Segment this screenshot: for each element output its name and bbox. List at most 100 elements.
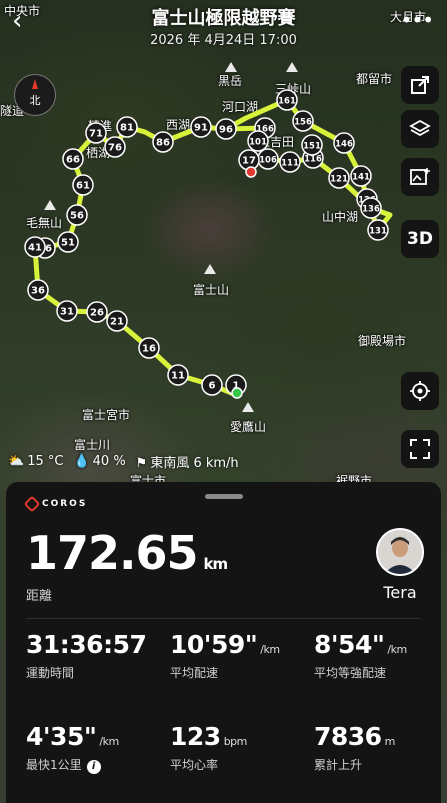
checkpoint-marker[interactable]: 61	[72, 174, 94, 196]
checkpoint-label: 36	[31, 286, 45, 297]
checkpoint-marker[interactable]: 96	[215, 118, 237, 140]
wind: ⚑ 東南風 6 km/h	[136, 452, 239, 471]
stat-value: 123	[170, 722, 221, 751]
stat-moving-time: 31:36:57 運動時間	[26, 630, 149, 681]
more-icon[interactable]: •••	[401, 8, 434, 32]
checkpoint-marker[interactable]: 66	[62, 148, 84, 170]
drag-handle[interactable]	[205, 494, 243, 499]
checkpoint-marker[interactable]: 106	[257, 148, 279, 170]
checkpoint-marker[interactable]: 81	[116, 116, 138, 138]
humidity-value: 40 %	[92, 454, 126, 469]
checkpoint-label: 66	[66, 155, 80, 166]
checkpoint-marker[interactable]: 101	[247, 130, 269, 152]
distance-label: 距離	[26, 589, 53, 604]
fullscreen-icon	[410, 439, 430, 459]
distance-number: 172.65	[26, 526, 199, 580]
checkpoint-marker[interactable]: 86	[152, 131, 174, 153]
checkpoint-label: 116	[304, 155, 322, 165]
checkpoint-marker[interactable]: 161	[276, 89, 298, 111]
compass-icon[interactable]: 北	[14, 74, 56, 116]
stat-label: 平均心率	[170, 758, 219, 772]
event-datetime: 2026 年 4月24日 17:00	[150, 33, 297, 48]
locate-button[interactable]	[401, 372, 439, 410]
checkpoint-label: 31	[60, 307, 74, 318]
stat-label: 最快1公里	[26, 758, 82, 772]
checkpoint-label: 101	[249, 138, 267, 148]
3d-toggle-button[interactable]: 3D	[401, 220, 439, 258]
stat-label: 累計上升	[314, 758, 363, 772]
brand-name: COROS	[42, 499, 88, 509]
checkpoint-label: 121	[330, 175, 348, 185]
share-button[interactable]	[401, 66, 439, 104]
checkpoint-marker[interactable]: 131	[367, 219, 389, 241]
checkpoint-label: 86	[156, 138, 170, 149]
layers-button[interactable]	[401, 110, 439, 148]
image-add-icon	[410, 168, 430, 185]
checkpoint-marker[interactable]: 6	[201, 374, 223, 396]
checkpoint-marker[interactable]: 146	[333, 132, 355, 154]
checkpoint-label: 56	[70, 211, 84, 222]
checkpoint-label: 76	[108, 143, 122, 154]
checkpoint-label: 106	[259, 156, 277, 166]
share-icon	[411, 76, 429, 94]
temperature-value: 15 °C	[27, 454, 64, 469]
checkpoint-marker[interactable]: 31	[56, 300, 78, 322]
checkpoint-label: 131	[369, 227, 387, 237]
current-position-marker	[245, 166, 257, 178]
checkpoint-label: 161	[278, 97, 296, 107]
checkpoint-marker[interactable]: 26	[86, 301, 108, 323]
droplet-icon: 💧	[73, 454, 90, 469]
start-marker	[231, 387, 243, 399]
checkpoint-label: 91	[194, 123, 208, 134]
checkpoint-label: 136	[362, 205, 380, 215]
partly-cloudy-icon: ⛅	[8, 454, 25, 469]
checkpoint-label: 6	[209, 381, 216, 392]
checkpoint-marker[interactable]: 21	[106, 310, 128, 332]
checkpoint-label: 61	[76, 181, 90, 192]
checkpoint-marker[interactable]: 111	[279, 151, 301, 173]
checkpoint-marker[interactable]: 76	[104, 136, 126, 158]
stat-label: 平均等強配速	[314, 666, 387, 680]
checkpoint-label: 51	[61, 238, 75, 249]
checkpoint-label: 156	[294, 118, 312, 128]
stat-value: 7836	[314, 722, 382, 751]
stat-label: 運動時間	[26, 666, 75, 680]
activity-summary-panel: COROS 172.65 km 距離 Tera 31:36:57 運動時間 10'…	[6, 482, 441, 803]
divider	[26, 618, 421, 619]
stat-value: 10'59"	[170, 630, 258, 659]
checkpoint-marker[interactable]: 141	[350, 165, 372, 187]
checkpoint-marker[interactable]: 121	[328, 167, 350, 189]
checkpoint-marker[interactable]: 36	[27, 279, 49, 301]
compass-north-label: 北	[29, 94, 41, 107]
checkpoint-label: 17	[242, 156, 256, 167]
checkpoint-marker[interactable]: 151	[301, 134, 323, 156]
weather-bar: ⛅ 15 °C 💧 40 % ⚑ 東南風 6 km/h	[8, 452, 239, 471]
checkpoint-marker[interactable]: 16	[138, 337, 160, 359]
checkpoint-label: 146	[335, 140, 353, 150]
checkpoint-marker[interactable]: 51	[57, 231, 79, 253]
locate-icon	[410, 381, 430, 401]
map-image-button[interactable]	[401, 158, 439, 196]
checkpoint-label: 81	[120, 123, 134, 134]
fullscreen-button[interactable]	[401, 430, 439, 468]
checkpoint-label: 41	[28, 243, 42, 254]
stat-avg-pace: 10'59"/km 平均配速	[170, 630, 280, 681]
stat-unit: /km	[260, 643, 280, 656]
checkpoint-marker[interactable]: 11	[167, 364, 189, 386]
checkpoint-label: 141	[352, 173, 370, 183]
avatar[interactable]	[376, 528, 424, 576]
checkpoint-marker[interactable]: 41	[24, 236, 46, 258]
info-icon[interactable]: i	[86, 760, 101, 774]
user-name: Tera	[383, 583, 417, 602]
checkpoint-label: 21	[110, 317, 124, 328]
distance-value: 172.65 km	[26, 526, 229, 580]
stat-value: 4'35"	[26, 722, 97, 751]
checkpoint-marker[interactable]: 136	[360, 197, 382, 219]
checkpoint-marker[interactable]: 56	[66, 204, 88, 226]
checkpoint-marker[interactable]: 71	[85, 122, 107, 144]
checkpoint-marker[interactable]: 91	[190, 116, 212, 138]
checkpoint-marker[interactable]: 156	[292, 110, 314, 132]
checkpoint-label: 11	[171, 371, 185, 382]
distance-unit: km	[203, 555, 229, 573]
checkpoint-label: 96	[219, 125, 233, 136]
